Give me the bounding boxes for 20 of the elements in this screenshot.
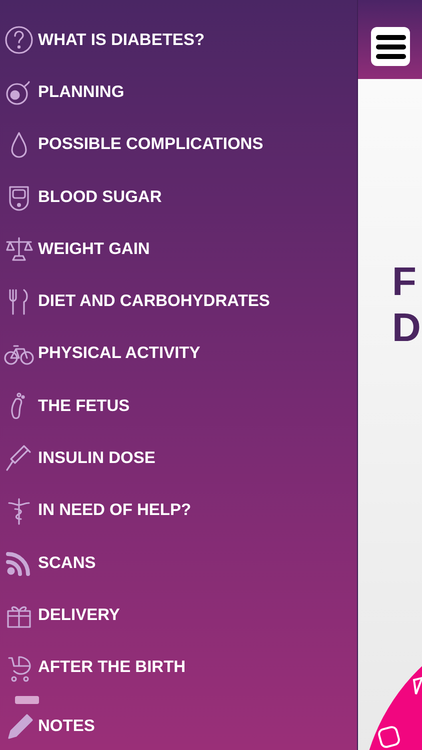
menu-item[interactable]: DIET AND CARBOHYDRATES: [0, 275, 357, 328]
menu-item[interactable]: THE FETUS: [0, 380, 357, 432]
menu-item[interactable]: IN NEED OF HELP?: [0, 484, 357, 537]
title-text: D: [392, 305, 422, 351]
menu-item[interactable]: POSSIBLE COMPLICATIONS: [0, 118, 357, 171]
title-text: F: [392, 259, 418, 305]
question-icon: [4, 25, 34, 56]
menu-item[interactable]: DELIVERY: [0, 589, 357, 642]
menu-item[interactable]: NOTES: [0, 704, 357, 750]
menu-icon: [376, 34, 406, 60]
menu-item[interactable]: AFTER THE BIRTH: [0, 642, 357, 694]
menu-item[interactable]: PLANNING: [0, 66, 357, 119]
menu-item[interactable]: SCANS: [0, 536, 357, 590]
menu-item[interactable]: BLOOD SUGAR: [0, 170, 357, 224]
menu-item[interactable]: WHAT IS DIABETES?: [0, 14, 357, 66]
bar-icon: [15, 696, 39, 704]
menu-item[interactable]: WEIGHT GAIN: [0, 223, 357, 276]
menu-button[interactable]: [371, 27, 410, 66]
menu-item[interactable]: INSULIN DOSE: [0, 432, 357, 485]
menu-item[interactable]: PHYSICAL ACTIVITY: [0, 328, 357, 380]
